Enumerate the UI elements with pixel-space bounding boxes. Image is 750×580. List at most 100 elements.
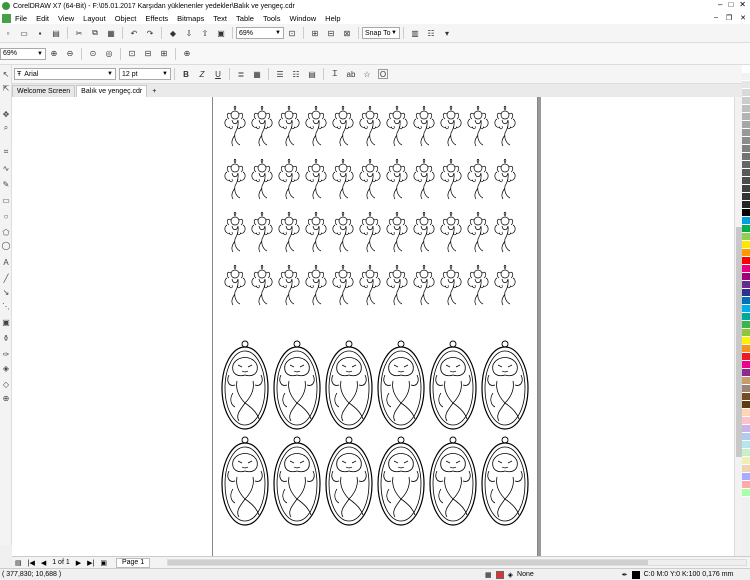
copy-icon[interactable]: ⧉ — [90, 28, 100, 38]
palette-swatch[interactable] — [742, 409, 750, 417]
open-icon[interactable]: ▭ — [19, 28, 29, 38]
crop-tool-icon[interactable]: ⌗ — [1, 147, 11, 157]
new-tab-icon[interactable]: + — [148, 85, 160, 97]
palette-swatch[interactable] — [742, 65, 750, 73]
palette-swatch[interactable] — [742, 225, 750, 233]
menu-effects[interactable]: Effects — [145, 14, 168, 23]
palette-swatch[interactable] — [742, 273, 750, 281]
mermaid-figure[interactable] — [224, 264, 246, 306]
palette-swatch[interactable] — [742, 89, 750, 97]
rulers-icon[interactable]: ⊞ — [310, 28, 320, 38]
palette-swatch[interactable] — [742, 449, 750, 457]
cut-icon[interactable]: ✂ — [74, 28, 84, 38]
mermaid-figure[interactable] — [251, 158, 273, 200]
palette-swatch[interactable] — [742, 129, 750, 137]
print-icon[interactable]: ▤ — [51, 28, 61, 38]
palette-swatch[interactable] — [742, 441, 750, 449]
mermaid-figure[interactable] — [386, 158, 408, 200]
mermaid-figure[interactable] — [251, 211, 273, 253]
mermaid-figure[interactable] — [332, 105, 354, 147]
close-button[interactable]: ✕ — [739, 0, 746, 9]
menu-window[interactable]: Window — [289, 14, 316, 23]
palette-swatch[interactable] — [742, 249, 750, 257]
guidelines-icon[interactable]: ⊠ — [342, 28, 352, 38]
mermaid-figure[interactable] — [224, 158, 246, 200]
palette-swatch[interactable] — [742, 465, 750, 473]
mermaid-figure[interactable] — [224, 211, 246, 253]
first-page-icon[interactable]: |◀ — [28, 559, 35, 567]
palette-swatch[interactable] — [742, 113, 750, 121]
numbered-list-icon[interactable]: ☷ — [291, 69, 301, 79]
color-eyedropper-icon[interactable]: ✑ — [1, 349, 11, 359]
palette-swatch[interactable] — [742, 401, 750, 409]
previous-page-icon[interactable]: ◀ — [41, 559, 46, 567]
mermaid-figure[interactable] — [386, 105, 408, 147]
mermaid-pendant[interactable] — [377, 340, 425, 430]
search-content-icon[interactable]: ◆ — [168, 28, 178, 38]
mermaid-figure[interactable] — [278, 264, 300, 306]
connector-tool-icon[interactable]: ↘ — [1, 287, 11, 297]
menu-view[interactable]: View — [58, 14, 74, 23]
mermaid-pendant[interactable] — [273, 436, 321, 526]
palette-swatch[interactable] — [742, 177, 750, 185]
mermaid-figure[interactable] — [467, 211, 489, 253]
palette-swatch[interactable] — [742, 201, 750, 209]
mermaid-figure[interactable] — [305, 158, 327, 200]
mermaid-pendant[interactable] — [325, 436, 373, 526]
new-document-icon[interactable]: ▫ — [3, 28, 13, 38]
menu-file[interactable]: File — [15, 14, 27, 23]
tab-welcome-screen[interactable]: Welcome Screen — [12, 85, 76, 97]
palette-swatch[interactable] — [742, 337, 750, 345]
polygon-tool-icon[interactable]: ⬠ — [1, 227, 11, 237]
text-properties-icon[interactable]: Ꮖ — [330, 69, 340, 79]
text-alignment-icon[interactable]: ≣ — [236, 69, 246, 79]
vertical-scrollbar[interactable] — [734, 97, 742, 556]
mermaid-figure[interactable] — [494, 211, 516, 253]
zoom-selected-icon[interactable]: ⊙ — [88, 49, 98, 59]
page-options-icon[interactable]: ▤ — [15, 559, 22, 567]
mermaid-figure[interactable] — [386, 211, 408, 253]
palette-swatch[interactable] — [742, 153, 750, 161]
palette-swatch[interactable] — [742, 217, 750, 225]
mermaid-figure[interactable] — [413, 105, 435, 147]
mermaid-figure[interactable] — [251, 264, 273, 306]
snap-to-dropdown[interactable]: Snap To ▼ — [362, 27, 400, 39]
font-size-combo[interactable]: 12 pt ▼ — [119, 68, 171, 80]
mermaid-figure[interactable] — [278, 211, 300, 253]
menu-table[interactable]: Table — [236, 14, 254, 23]
document-settings-icon[interactable]: ▦ — [485, 571, 492, 579]
palette-swatch[interactable] — [742, 313, 750, 321]
freehand-pick-icon[interactable]: ⇱ — [1, 83, 11, 93]
palette-swatch[interactable] — [742, 241, 750, 249]
mermaid-figure[interactable] — [467, 264, 489, 306]
parallel-dimension-icon[interactable]: ╱ — [1, 273, 11, 283]
mermaid-figure[interactable] — [251, 105, 273, 147]
zoom-to-height-icon[interactable]: ⊞ — [159, 49, 169, 59]
convert-text-icon[interactable]: O — [378, 69, 388, 79]
menu-layout[interactable]: Layout — [83, 14, 106, 23]
outline-color-swatch[interactable] — [631, 570, 640, 579]
freehand-tool-icon[interactable]: ∿ — [1, 163, 11, 173]
palette-swatch[interactable] — [742, 305, 750, 313]
mermaid-figure[interactable] — [305, 264, 327, 306]
palette-swatch[interactable] — [742, 321, 750, 329]
mermaid-figure[interactable] — [494, 105, 516, 147]
mermaid-pendant[interactable] — [481, 436, 529, 526]
doc-minimize-button[interactable]: – — [714, 14, 718, 22]
palette-swatch[interactable] — [742, 345, 750, 353]
palette-swatch[interactable] — [742, 473, 750, 481]
mermaid-figure[interactable] — [305, 211, 327, 253]
toolbar-options-icon[interactable]: ▾ — [442, 28, 452, 38]
drop-cap-icon[interactable]: ▤ — [307, 69, 317, 79]
mermaid-figure[interactable] — [305, 105, 327, 147]
palette-swatch[interactable] — [742, 73, 750, 81]
palette-swatch[interactable] — [742, 121, 750, 129]
menu-text[interactable]: Text — [213, 14, 227, 23]
mermaid-pendant[interactable] — [273, 340, 321, 430]
palette-swatch[interactable] — [742, 265, 750, 273]
full-screen-icon[interactable]: ⊡ — [287, 28, 297, 38]
blend-tool-icon[interactable]: ⋱ — [1, 301, 11, 311]
palette-swatch[interactable] — [742, 425, 750, 433]
mermaid-figure[interactable] — [278, 105, 300, 147]
save-icon[interactable]: ▪ — [35, 28, 45, 38]
